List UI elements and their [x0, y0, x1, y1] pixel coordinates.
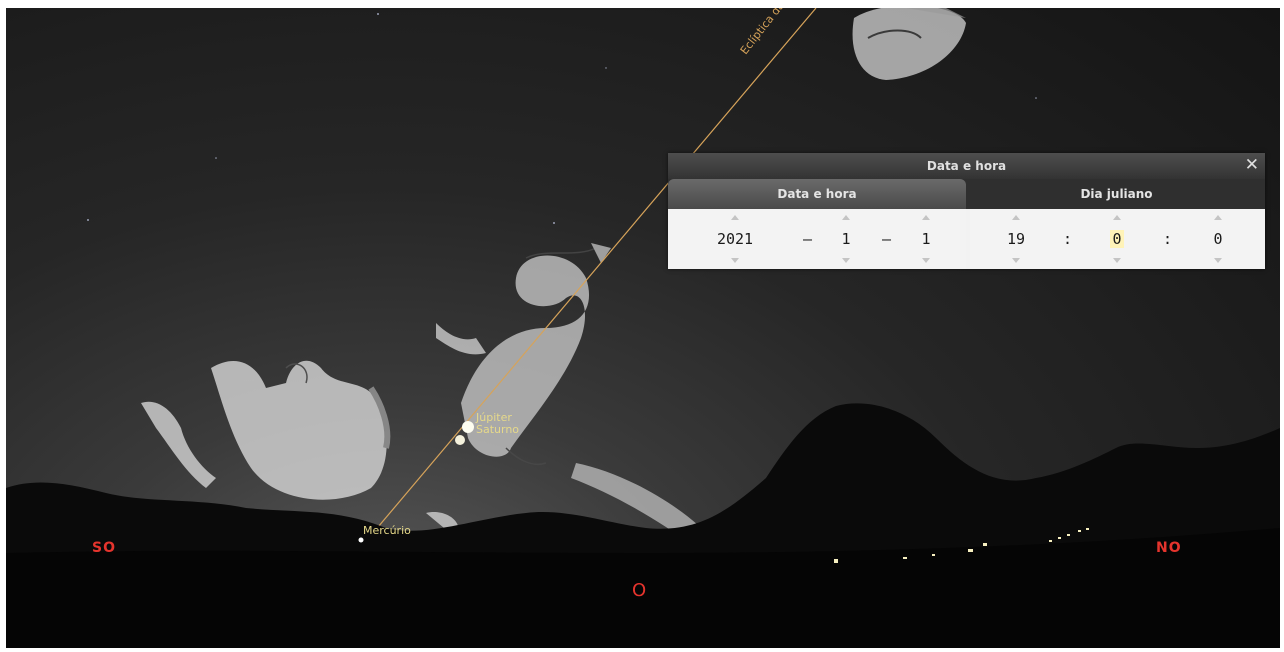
- year-up-arrow-icon[interactable]: [731, 215, 739, 220]
- ecliptic-line: [361, 8, 817, 547]
- date-separator: –: [803, 230, 813, 248]
- second-up-arrow-icon[interactable]: [1214, 215, 1222, 220]
- year-spinbox[interactable]: 2021: [710, 209, 760, 269]
- dialog-titlebar[interactable]: Data e hora ✕: [668, 153, 1265, 179]
- minute-value[interactable]: 0: [1092, 230, 1142, 248]
- sky-scene: [6, 8, 1280, 648]
- time-separator: :: [1163, 230, 1173, 248]
- mercury-dot[interactable]: [358, 537, 364, 543]
- mercury-label[interactable]: Mercúrio: [363, 524, 411, 537]
- tab-julian-day[interactable]: Dia juliano: [968, 179, 1265, 209]
- cardinal-southwest: SO: [92, 540, 116, 556]
- hour-value[interactable]: 19: [991, 230, 1041, 248]
- month-value[interactable]: 1: [821, 230, 871, 248]
- date-separator: –: [882, 230, 892, 248]
- time-panel: 19 : 0 : 0: [970, 209, 1265, 269]
- minute-spinbox[interactable]: 0: [1092, 209, 1142, 269]
- minute-up-arrow-icon[interactable]: [1113, 215, 1121, 220]
- saturn-label[interactable]: Saturno: [476, 423, 519, 436]
- day-down-arrow-icon[interactable]: [922, 258, 930, 263]
- capricornus-constellation-art: [436, 243, 611, 465]
- year-down-arrow-icon[interactable]: [731, 258, 739, 263]
- second-down-arrow-icon[interactable]: [1214, 258, 1222, 263]
- minute-value-text[interactable]: 0: [1110, 230, 1124, 248]
- minute-down-arrow-icon[interactable]: [1113, 258, 1121, 263]
- second-spinbox[interactable]: 0: [1193, 209, 1243, 269]
- hour-down-arrow-icon[interactable]: [1012, 258, 1020, 263]
- tab-date-time[interactable]: Data e hora: [668, 179, 966, 209]
- month-up-arrow-icon[interactable]: [842, 215, 850, 220]
- cardinal-west: O: [632, 580, 648, 601]
- time-separator: :: [1063, 230, 1073, 248]
- month-down-arrow-icon[interactable]: [842, 258, 850, 263]
- month-spinbox[interactable]: 1: [821, 209, 871, 269]
- sky-view[interactable]: Eclíptica da D Júpiter Saturno Mercúrio …: [6, 8, 1280, 648]
- jupiter-dot[interactable]: [462, 421, 474, 433]
- second-value[interactable]: 0: [1193, 230, 1243, 248]
- saturn-dot[interactable]: [455, 435, 465, 445]
- day-up-arrow-icon[interactable]: [922, 215, 930, 220]
- day-spinbox[interactable]: 1: [901, 209, 951, 269]
- day-value[interactable]: 1: [901, 230, 951, 248]
- pisces-constellation-art: [852, 8, 966, 80]
- year-value[interactable]: 2021: [710, 230, 760, 248]
- dialog-tabs: Data e hora Dia juliano: [668, 179, 1265, 209]
- close-icon[interactable]: ✕: [1245, 155, 1259, 175]
- cardinal-northwest: NO: [1156, 540, 1182, 556]
- hour-up-arrow-icon[interactable]: [1012, 215, 1020, 220]
- dialog-title: Data e hora: [926, 159, 1007, 173]
- hour-spinbox[interactable]: 19: [991, 209, 1041, 269]
- date-time-dialog: Data e hora ✕ Data e hora Dia juliano 20…: [668, 153, 1265, 269]
- date-panel: 2021 – 1 – 1: [668, 209, 966, 269]
